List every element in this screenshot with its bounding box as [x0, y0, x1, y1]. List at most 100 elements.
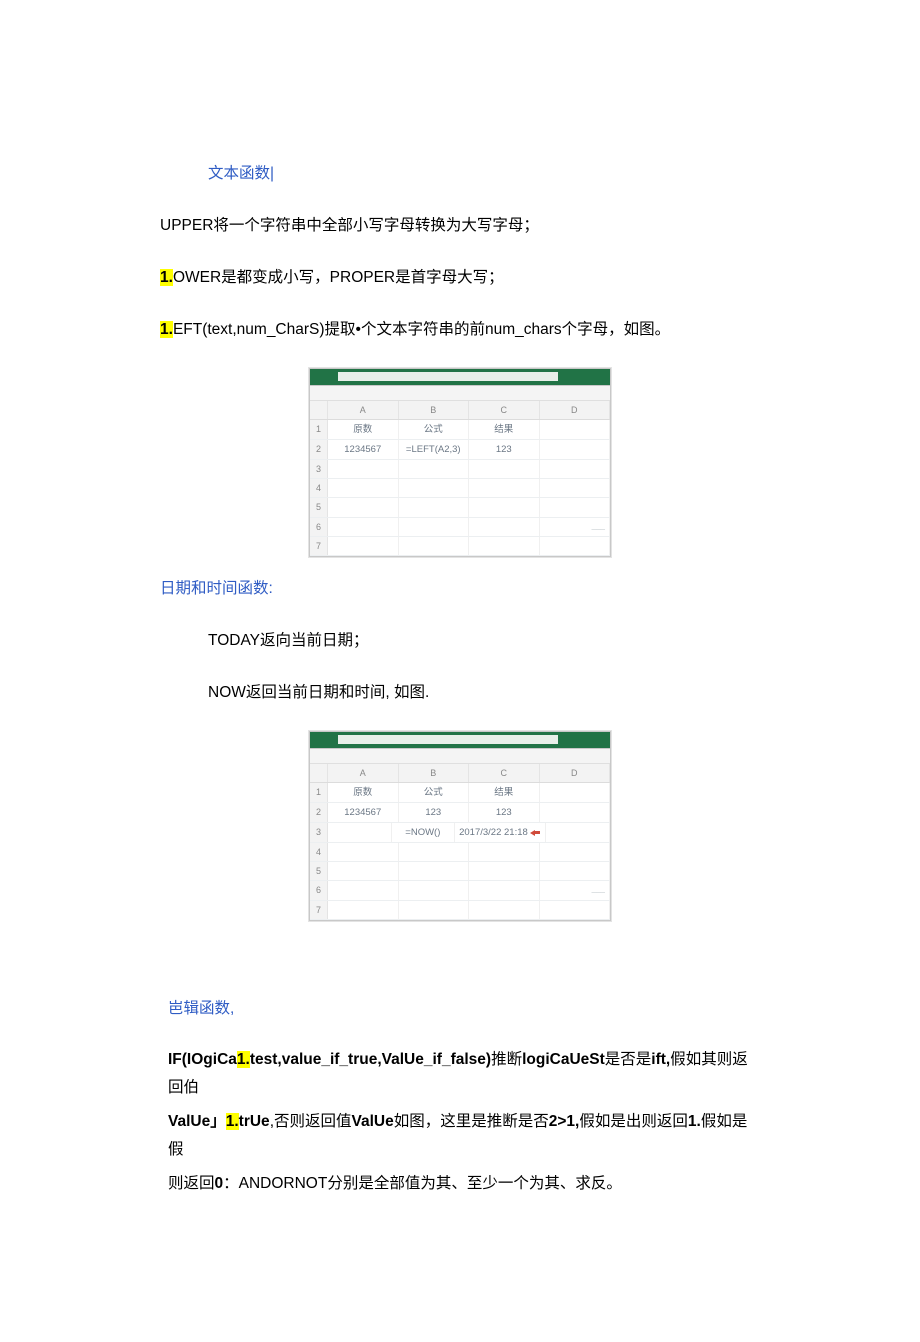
cell: 2017/3/22 21:18	[455, 823, 546, 842]
row-number: 6	[310, 881, 328, 899]
cell	[546, 823, 610, 842]
cell	[328, 460, 399, 478]
document-page: 文本函数| UPPER将一个字符串中全部小写字母转换为大写字母； 1.OWER是…	[0, 0, 920, 1342]
table-row: 6 ___	[310, 518, 610, 537]
select-all	[310, 401, 328, 419]
cell	[399, 843, 470, 861]
text: IF(IOgiCa	[168, 1051, 237, 1068]
cell	[399, 881, 470, 899]
text: 如图，这里是推断是否	[394, 1113, 549, 1130]
excel-screenshot-left: A B C D 1 原数 公式 结果 2 1234567 =LEFT(A2,3)…	[309, 368, 611, 557]
cell: ___	[540, 881, 611, 899]
cell	[540, 901, 611, 919]
cell	[540, 460, 611, 478]
column-header-row: A B C D	[310, 401, 610, 420]
row-number: 3	[310, 823, 328, 842]
table-row: 4	[310, 479, 610, 498]
cell	[399, 901, 470, 919]
column-header: D	[540, 401, 611, 419]
cell	[540, 479, 611, 497]
cell: 原数	[328, 783, 399, 802]
cell: 公式	[399, 420, 470, 439]
table-row: 7	[310, 537, 610, 556]
text: 假如是出则返回	[579, 1113, 688, 1130]
cell: 123	[399, 803, 470, 822]
text: ift,	[651, 1051, 670, 1068]
cell-value: 2017/3/22 21:18	[459, 827, 528, 838]
cell	[469, 881, 540, 899]
table-row: 6 ___	[310, 881, 610, 900]
row-number: 7	[310, 537, 328, 555]
cell: 结果	[469, 420, 540, 439]
heading-text-functions: 文本函数|	[160, 160, 760, 188]
column-header-row: A B C D	[310, 764, 610, 783]
paragraph-left: 1.EFT(text,num_CharS)提取•个文本字符串的前num_char…	[160, 316, 760, 344]
cell: 结果	[469, 783, 540, 802]
text: 是否是	[605, 1051, 652, 1068]
text: ：ANDORNOT分别是全部值为其、至少一个为其、求反。	[223, 1175, 622, 1192]
paragraph-if-line2: ValUe」1.trUe,否则返回值ValUe如图，这里是推断是否2>1,假如是…	[160, 1108, 760, 1164]
row-number: 6	[310, 518, 328, 536]
cell: 公式	[399, 783, 470, 802]
text: 推断	[491, 1051, 522, 1068]
arrow-left-icon	[530, 828, 541, 837]
cell	[399, 498, 470, 516]
paragraph-upper: UPPER将一个字符串中全部小写字母转换为大写字母；	[160, 212, 760, 240]
cell	[399, 862, 470, 880]
paragraph-now: NOW返回当前日期和时间, 如图.	[160, 679, 760, 707]
cell	[328, 518, 399, 536]
quick-access-toolbar	[310, 749, 610, 764]
cell	[328, 823, 392, 842]
row-number: 2	[310, 440, 328, 459]
text: EFT(text,num_CharS)提取•个文本字符串的前num_chars个…	[173, 321, 670, 338]
cell	[540, 440, 611, 459]
cell	[399, 479, 470, 497]
cell	[540, 803, 611, 822]
column-header: A	[328, 764, 399, 782]
cell	[540, 537, 611, 555]
cell	[399, 518, 470, 536]
heading-logic-functions: 岜辑函数,	[160, 995, 760, 1023]
text: test,value_if_true,ValUe_if_false)	[250, 1051, 491, 1068]
text: logiCaUeSt	[522, 1051, 605, 1068]
excel-screenshot-now: A B C D 1 原数 公式 结果 2 1234567 123 123 3	[309, 731, 611, 921]
cell	[540, 862, 611, 880]
highlighted-number: 1.	[160, 269, 173, 286]
table-row: 4	[310, 843, 610, 862]
cell: 原数	[328, 420, 399, 439]
row-number: 4	[310, 479, 328, 497]
highlighted-number: 1.	[237, 1051, 250, 1068]
cell: 123	[469, 440, 540, 459]
paragraph-if-line3: 则返回0：ANDORNOT分别是全部值为其、至少一个为其、求反。	[160, 1170, 760, 1198]
row-number: 1	[310, 420, 328, 439]
highlighted-number: 1.	[160, 321, 173, 338]
table-row: 3 =NOW() 2017/3/22 21:18	[310, 823, 610, 843]
column-header: C	[469, 764, 540, 782]
cell	[469, 479, 540, 497]
table-row: 1 原数 公式 结果	[310, 783, 610, 803]
cell: 1234567	[328, 440, 399, 459]
cell	[540, 420, 611, 439]
paragraph-lower-proper: 1.OWER是都变成小写，PROPER是首字母大写；	[160, 264, 760, 292]
ribbon	[310, 369, 610, 386]
column-header: C	[469, 401, 540, 419]
cell	[469, 862, 540, 880]
row-number: 5	[310, 498, 328, 516]
cell	[328, 881, 399, 899]
text: trUe	[239, 1113, 270, 1130]
table-row: 3	[310, 460, 610, 479]
table-row: 7	[310, 901, 610, 920]
paragraph-if-line1: IF(IOgiCa1.test,value_if_true,ValUe_if_f…	[160, 1046, 760, 1102]
column-header: B	[399, 401, 470, 419]
quick-access-toolbar	[310, 386, 610, 401]
cell	[399, 537, 470, 555]
highlighted-number: 1.	[226, 1113, 239, 1130]
cell	[328, 843, 399, 861]
cell	[469, 901, 540, 919]
text: OWER是都变成小写，PROPER是首字母大写；	[173, 269, 504, 286]
cell: ___	[540, 518, 611, 536]
table-row: 2 1234567 123 123	[310, 803, 610, 823]
cell	[540, 783, 611, 802]
row-number: 5	[310, 862, 328, 880]
cell	[399, 460, 470, 478]
